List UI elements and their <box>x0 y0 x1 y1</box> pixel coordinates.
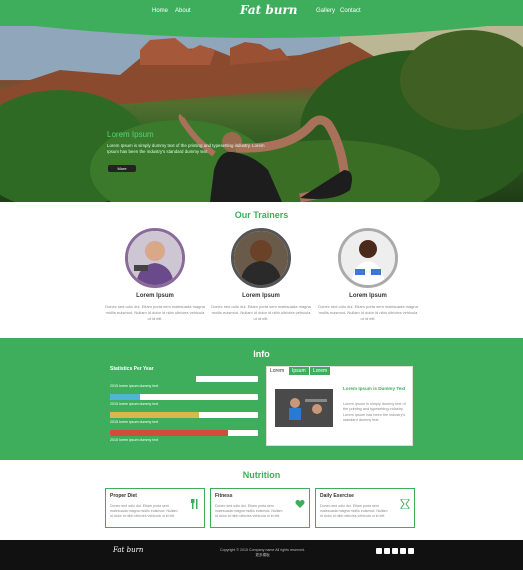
stat-bar <box>110 430 258 436</box>
nav-home-link[interactable]: Home <box>152 8 168 14</box>
nutrition-card-title: Daily Exercise <box>320 493 354 499</box>
trainer-photo <box>128 231 182 285</box>
trainer-description: Donec sed odio dui. Etiam porta sem male… <box>211 304 311 321</box>
trainer-name: Lorem Ipsum <box>349 293 387 299</box>
nutrition-card-title: Proper Diet <box>110 493 137 499</box>
nutrition-card-text: Donec sed odio dui. Etiam porta sem male… <box>320 504 388 518</box>
site-logo[interactable]: Fat burn <box>240 3 298 17</box>
stat-label: 2015 lorem ipsum dummy text <box>110 384 159 388</box>
tab-ipsum[interactable]: Ipsum <box>289 367 309 375</box>
statistics-title: Statistics Per Year <box>110 366 154 372</box>
trainer-description: Donec sed odio dui. Etiam porta sem male… <box>318 304 418 321</box>
nutrition-card-title: Fitness <box>215 493 233 499</box>
nav-gallery-link[interactable]: Gallery <box>316 8 335 14</box>
trainer-avatar <box>338 228 398 288</box>
hero-text: Lorem Ipsum is simply dummy text of the … <box>107 143 265 154</box>
info-title: Info <box>253 349 270 359</box>
footer-copyright: Copyright © 2015 Company name All rights… <box>180 548 345 558</box>
stat-label: 2015 lorem ipsum dummy text <box>110 420 159 424</box>
footer-sub-text: 更多模板 <box>255 553 270 557</box>
stat-bar-fill <box>110 430 229 436</box>
tab-lorem-2[interactable]: Lorem <box>310 367 331 375</box>
trainer-photo <box>234 231 288 285</box>
page: Lorem Ipsum Lorem Ipsum is simply dummy … <box>0 0 523 570</box>
blogger-icon[interactable] <box>392 548 398 554</box>
stat-bar-fill <box>110 394 140 400</box>
trainer-name: Lorem Ipsum <box>242 293 280 299</box>
hero-more-button[interactable]: More <box>108 165 136 172</box>
nutrition-card-text: Donec sed odio dui. Etiam porta sem male… <box>110 504 178 518</box>
nutrition-card: Proper Diet Donec sed odio dui. Etiam po… <box>105 488 205 528</box>
stat-bar <box>110 412 258 418</box>
tab-lorem[interactable]: Lorem <box>267 367 288 375</box>
stat-bar <box>110 394 258 400</box>
stat-label: 2015 lorem ipsum dummy text <box>110 402 159 406</box>
stat-bar-fill <box>110 376 196 382</box>
trainer-card: Lorem Ipsum Donec sed odio dui. Etiam po… <box>105 228 205 322</box>
nutrition-card: Fitness Donec sed odio dui. Etiam porta … <box>210 488 310 528</box>
trainer-name: Lorem Ipsum <box>136 293 174 299</box>
stat-bar <box>110 376 258 382</box>
cutlery-icon <box>191 499 198 509</box>
stat-label: 2015 lorem ipsum dummy text <box>110 438 159 442</box>
nav-contact-link[interactable]: Contact <box>340 8 361 14</box>
footer-logo[interactable]: Fat burn <box>113 546 143 554</box>
trainers-title: Our Trainers <box>234 210 289 220</box>
trainer-description: Donec sed odio dui. Etiam porta sem male… <box>105 304 205 321</box>
tab-image <box>275 389 333 427</box>
trainer-card: Lorem Ipsum Donec sed odio dui. Etiam po… <box>211 228 311 322</box>
twitter-icon[interactable] <box>384 548 390 554</box>
facebook-icon[interactable] <box>376 548 382 554</box>
trainer-photo <box>341 231 395 285</box>
heart-icon <box>295 499 305 508</box>
hourglass-icon <box>400 499 410 509</box>
trainer-card: Lorem Ipsum Donec sed odio dui. Etiam po… <box>318 228 418 322</box>
tab-heading: Lorem Ipsum is Dummy Text <box>343 386 406 391</box>
linkedin-icon[interactable] <box>400 548 406 554</box>
nutrition-card: Daily Exercise Donec sed odio dui. Etiam… <box>315 488 415 528</box>
nutrition-card-text: Donec sed odio dui. Etiam porta sem male… <box>215 504 283 518</box>
tabs-panel: Lorem Ipsum Lorem Lorem Ipsum is Dummy T… <box>266 366 413 446</box>
gym-photo <box>275 389 333 427</box>
pinterest-icon[interactable] <box>408 548 414 554</box>
nav-about-link[interactable]: About <box>175 8 191 14</box>
tab-text: Lorem Ipsum is simply dummy text of the … <box>343 402 406 423</box>
nutrition-title: Nutrition <box>242 470 281 480</box>
hero-title: Lorem Ipsum <box>107 130 154 139</box>
trainer-avatar <box>125 228 185 288</box>
trainer-avatar <box>231 228 291 288</box>
stat-bar-fill <box>110 412 199 418</box>
